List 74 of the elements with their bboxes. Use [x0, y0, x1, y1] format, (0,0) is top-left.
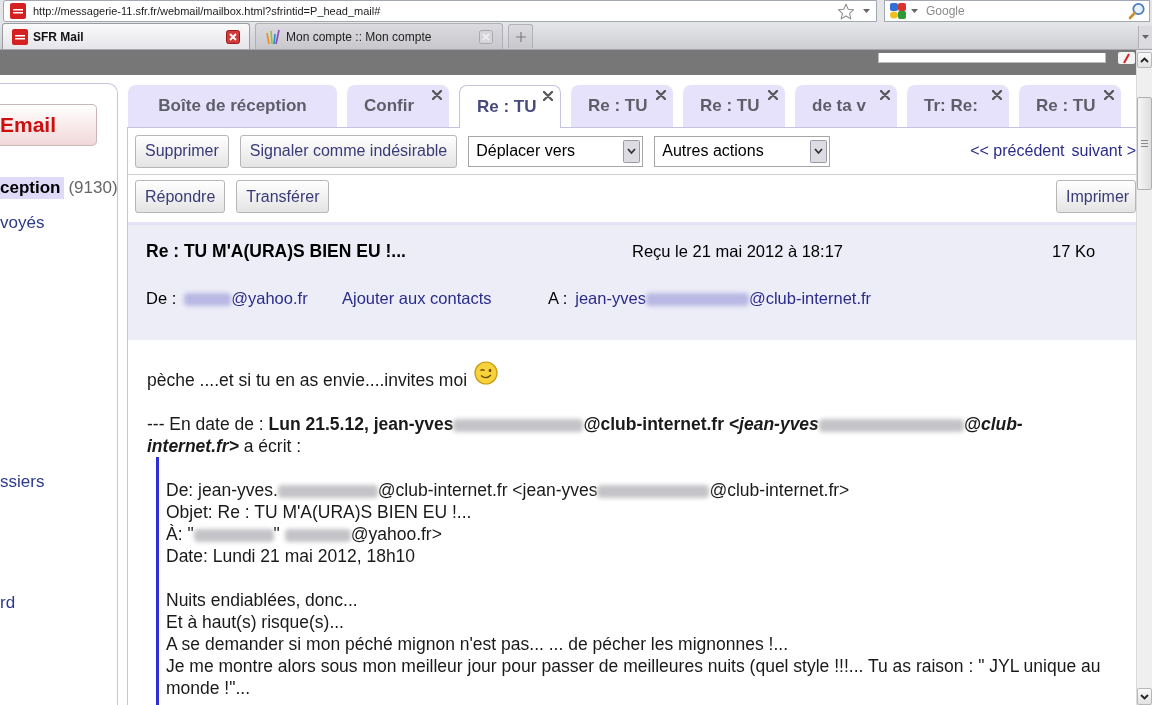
mail-tab[interactable]: Re : TU [459, 85, 561, 128]
close-icon[interactable] [880, 90, 890, 100]
site-logo-icon [10, 3, 26, 19]
mail-tab[interactable]: Re : TU [683, 85, 785, 127]
search-engine-icon[interactable] [889, 2, 907, 20]
scrollbar-thumb[interactable] [1137, 97, 1152, 190]
mail-tab[interactable]: de ta v [795, 85, 897, 127]
search-icon[interactable] [1128, 2, 1146, 20]
close-icon[interactable] [432, 90, 442, 100]
quoted-header-line: Date: Lundi 21 mai 2012, 18h10 [166, 545, 417, 567]
star-icon[interactable] [837, 2, 855, 20]
close-icon[interactable] [656, 90, 666, 100]
quoted-header-line: À: " " @yahoo.fr> [166, 523, 443, 545]
address-bar[interactable]: http://messagerie-11.sfr.fr/webmail/mailbox.html?sfrintid=P_head_mail# [3, 0, 877, 22]
dropdown-select[interactable]: Déplacer vers [468, 135, 644, 167]
quoted-text-line: A se demander si mon péché mignon n'est pas... ... de pécher les mignonnes !... [166, 633, 790, 655]
quoted-header-line: De: jean-yves. @club-internet.fr <jean-yves @club-internet.fr> [166, 479, 851, 501]
engine-caret-icon[interactable] [911, 9, 918, 13]
winking-smiley-icon [474, 361, 499, 385]
url-field[interactable]: http://messagerie-11.sfr.fr/webmail/mailbox.html?sfrintid=P_head_mail# [33, 2, 837, 20]
folder-item[interactable]: rd [0, 592, 20, 614]
message-text: pèche ....et si tu en as envie....invites moi [147, 369, 468, 391]
add-to-contacts-link[interactable]: Ajouter aux contacts [342, 288, 492, 307]
close-icon[interactable] [543, 91, 553, 101]
scroll-up-button[interactable] [1137, 52, 1152, 68]
history-caret-icon[interactable] [863, 9, 870, 13]
reply-button[interactable]: Répondre [135, 180, 226, 213]
tab-list-button[interactable] [1138, 26, 1152, 48]
dropdown-select[interactable]: Autres actions [654, 135, 831, 167]
plus-icon [515, 31, 526, 42]
search-field[interactable]: Google [926, 2, 1128, 20]
browser-tab[interactable]: Mon compte :: Mon compte [255, 23, 503, 49]
delete-button[interactable]: Supprimer [135, 134, 229, 168]
close-icon[interactable] [1104, 90, 1114, 100]
from-label: De : [146, 287, 177, 309]
mail-tab[interactable]: Boîte de réception [128, 85, 337, 127]
browser-tab[interactable]: SFR Mail [2, 23, 250, 49]
caret-icon[interactable] [1142, 35, 1149, 39]
folder-item[interactable]: ssiers [0, 471, 49, 493]
quoted-text-line: Nuits endiablées, donc... [166, 589, 359, 611]
sender-email-link[interactable]: @yahoo.fr [184, 285, 308, 311]
close-icon[interactable] [768, 90, 778, 100]
quoted-text-line: Et à haut(s) risque(s)... [166, 611, 345, 633]
to-label: A : [548, 287, 568, 309]
site-logo-icon [12, 28, 28, 45]
compose-email-button[interactable]: Email [0, 104, 97, 146]
mail-tab[interactable]: Confir [347, 85, 449, 127]
next-link[interactable]: suivant > [1071, 139, 1136, 163]
folder-item[interactable]: voyés [0, 212, 49, 234]
tile-icon[interactable] [1118, 52, 1135, 64]
mail-tab[interactable]: Re : TU [571, 85, 673, 127]
chevron-up-icon [1140, 57, 1149, 63]
close-icon[interactable] [226, 29, 240, 44]
mail-tab[interactable]: Tr: Re: [907, 85, 1009, 127]
mail-tab[interactable]: Re : TU [1019, 85, 1121, 127]
print-button[interactable]: Imprimer [1056, 180, 1136, 213]
quoted-text-line: Je me montre alors sous mon meilleur jour pour passer de meilleures nuits (quel style !!!... Tu as raison : " JYL unique au monde !"... [166, 655, 1102, 699]
recipient-email-link[interactable]: jean-yves @club-internet.fr [575, 285, 872, 311]
site-search-field[interactable] [878, 53, 1106, 63]
forward-button[interactable]: Transférer [236, 180, 330, 213]
bars-logo-icon [265, 28, 281, 45]
scroll-down-button[interactable] [1137, 688, 1152, 705]
search-bar[interactable]: Google [884, 0, 1150, 22]
folder-item[interactable]: ception [0, 177, 65, 199]
chevron-down-icon [1140, 693, 1149, 700]
unread-count: (9130) [68, 177, 118, 200]
spam-button[interactable]: Signaler comme indésirable [239, 134, 458, 168]
previous-link[interactable]: << précédent [970, 139, 1065, 163]
close-icon[interactable] [992, 90, 1002, 100]
quoted-header-line: Objet: Re : TU M'A(URA)S BIEN EU !... [166, 501, 473, 523]
message-subject: Re : TU M'A(URA)S BIEN EU !... [146, 240, 406, 261]
quote-attribution: --- En date de : Lun 21.5.12, jean-yves @club-internet.fr <jean-yves @club-internet.fr> a écrit : [147, 413, 1024, 457]
message-size: 17 Ko [1052, 240, 1096, 262]
received-date: Reçu le 21 mai 2012 à 18:17 [632, 241, 843, 260]
